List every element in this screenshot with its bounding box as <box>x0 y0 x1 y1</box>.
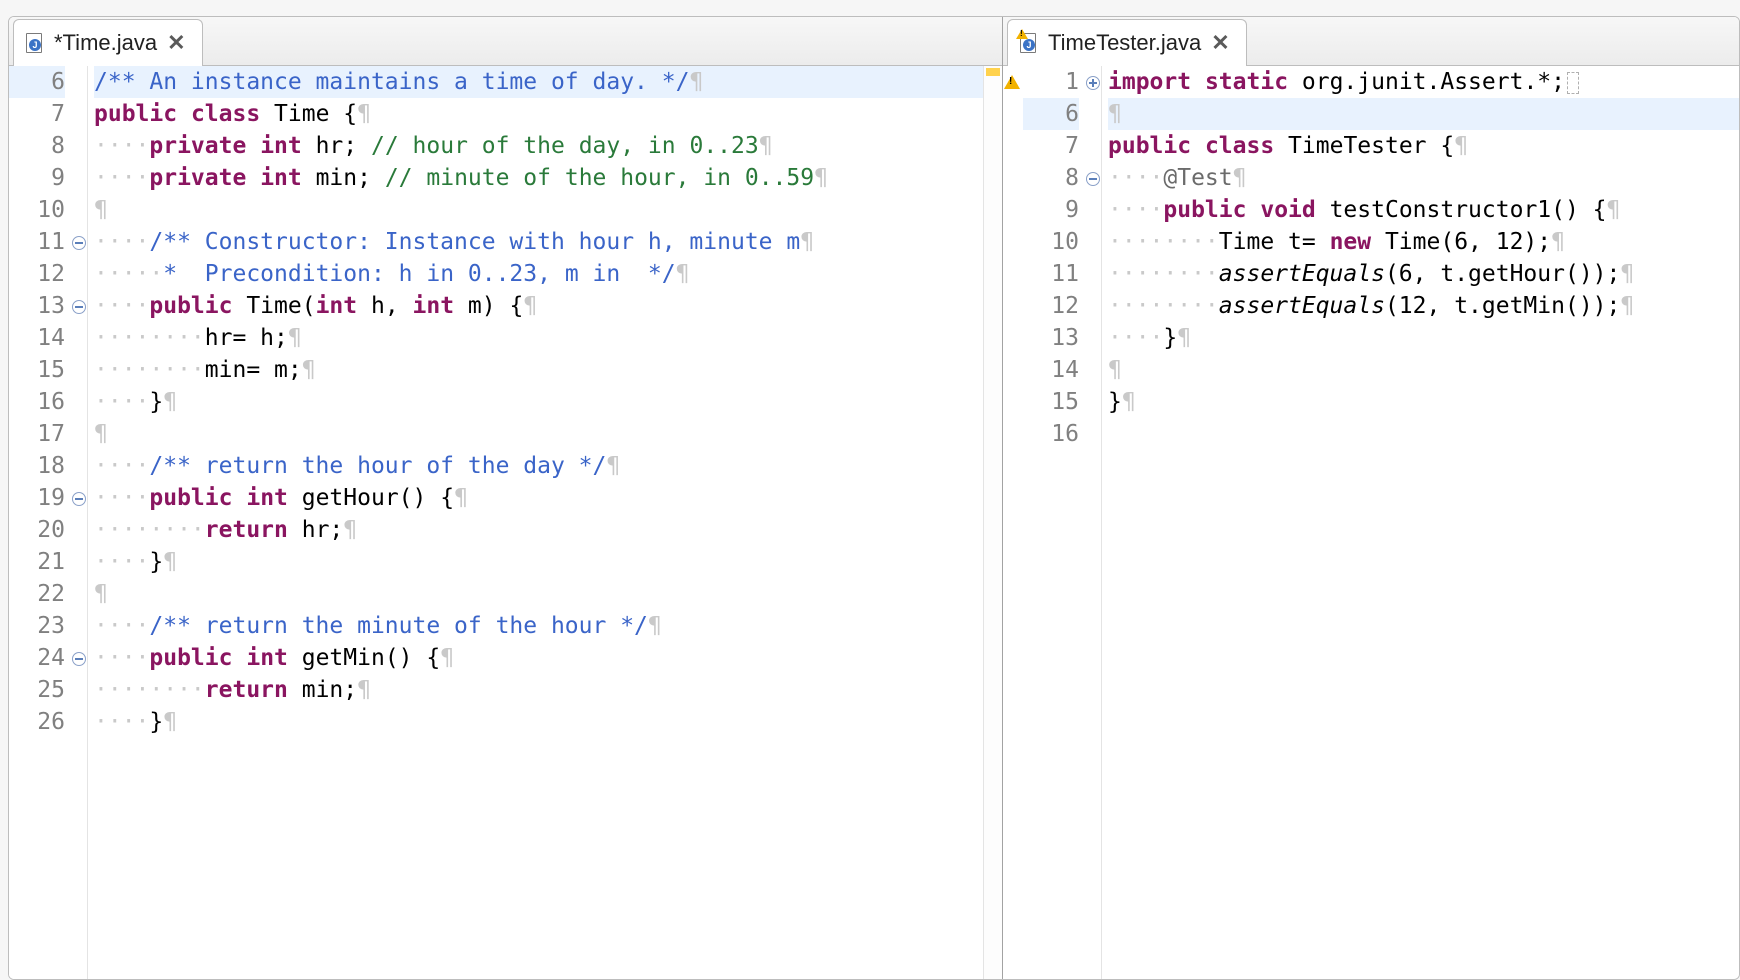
code-line[interactable]: ····public Time(int h, int m) {¶ <box>94 290 1002 322</box>
line-number: 22 <box>9 578 65 610</box>
fold-toggle-icon[interactable] <box>72 652 86 666</box>
line-number: 14 <box>1023 354 1079 386</box>
workbench: J *Time.java ✕ 6789101112131415161718192… <box>8 16 1740 980</box>
fold-toggle-icon[interactable] <box>72 492 86 506</box>
code-line[interactable]: ····}¶ <box>94 546 1002 578</box>
line-number: 7 <box>1023 130 1079 162</box>
tab-title: TimeTester.java <box>1048 30 1201 56</box>
line-number: 8 <box>1023 162 1079 194</box>
line-number: 7 <box>9 98 65 130</box>
java-file-icon: J <box>1020 33 1038 53</box>
fold-toggle-icon[interactable] <box>72 236 86 250</box>
code-line[interactable]: ·····* Precondition: h in 0..23, m in */… <box>94 258 1002 290</box>
code-line[interactable]: ····private int min; // minute of the ho… <box>94 162 1002 194</box>
line-number: 10 <box>1023 226 1079 258</box>
line-number: 9 <box>9 162 65 194</box>
code-line[interactable] <box>1108 418 1739 450</box>
code-line[interactable]: ¶ <box>94 194 1002 226</box>
code-line[interactable]: ····}¶ <box>94 706 1002 738</box>
line-number: 19 <box>9 482 65 514</box>
code-content[interactable]: /** An instance maintains a time of day.… <box>88 66 1002 979</box>
code-line[interactable]: ····/** return the minute of the hour */… <box>94 610 1002 642</box>
code-line[interactable]: ········return hr;¶ <box>94 514 1002 546</box>
line-number: 13 <box>9 290 65 322</box>
fold-gutter[interactable] <box>1083 66 1102 979</box>
line-number: 6 <box>1023 98 1079 130</box>
code-line[interactable]: ····public void testConstructor1() {¶ <box>1108 194 1739 226</box>
line-number: 11 <box>9 226 65 258</box>
code-line[interactable]: }¶ <box>1108 386 1739 418</box>
line-number: 24 <box>9 642 65 674</box>
line-number: 18 <box>9 450 65 482</box>
tab-time-java[interactable]: J *Time.java ✕ <box>13 19 203 66</box>
warning-marker[interactable] <box>986 68 1000 76</box>
code-line[interactable]: ····public int getHour() {¶ <box>94 482 1002 514</box>
code-line[interactable]: ········min= m;¶ <box>94 354 1002 386</box>
line-number: 15 <box>1023 386 1079 418</box>
code-line[interactable]: ········assertEquals(12, t.getMin());¶ <box>1108 290 1739 322</box>
line-number-gutter: 1678910111213141516 <box>1023 66 1083 979</box>
tab-bar-left: J *Time.java ✕ <box>9 17 1002 66</box>
warning-icon[interactable] <box>1004 75 1020 89</box>
line-number: 12 <box>9 258 65 290</box>
fold-gutter[interactable] <box>69 66 88 979</box>
code-line[interactable]: ····}¶ <box>94 386 1002 418</box>
code-line[interactable]: import static org.junit.Assert.*; <box>1108 66 1739 98</box>
line-number: 23 <box>9 610 65 642</box>
line-number: 16 <box>1023 418 1079 450</box>
code-line[interactable]: public class TimeTester {¶ <box>1108 130 1739 162</box>
code-line[interactable]: ····private int hr; // hour of the day, … <box>94 130 1002 162</box>
line-number: 8 <box>9 130 65 162</box>
line-number: 26 <box>9 706 65 738</box>
line-number: 20 <box>9 514 65 546</box>
line-number: 15 <box>9 354 65 386</box>
tab-timetester-java[interactable]: J TimeTester.java ✕ <box>1007 19 1247 66</box>
line-number: 13 <box>1023 322 1079 354</box>
code-line[interactable]: ········hr= h;¶ <box>94 322 1002 354</box>
line-number: 9 <box>1023 194 1079 226</box>
code-line[interactable]: /** An instance maintains a time of day.… <box>94 66 1002 98</box>
code-line[interactable]: ¶ <box>94 418 1002 450</box>
line-number: 16 <box>9 386 65 418</box>
code-line[interactable]: ········Time t= new Time(6, 12);¶ <box>1108 226 1739 258</box>
marker-strip[interactable] <box>1003 66 1023 979</box>
line-number: 6 <box>9 66 65 98</box>
editor-pane-left: J *Time.java ✕ 6789101112131415161718192… <box>9 17 1003 979</box>
line-number: 25 <box>9 674 65 706</box>
close-icon[interactable]: ✕ <box>1211 32 1229 54</box>
line-number: 17 <box>9 418 65 450</box>
code-line[interactable]: ····/** Constructor: Instance with hour … <box>94 226 1002 258</box>
code-line[interactable]: ········return min;¶ <box>94 674 1002 706</box>
expand-toggle-icon[interactable] <box>1086 76 1100 90</box>
code-area-right[interactable]: 1678910111213141516 import static org.ju… <box>1003 66 1739 979</box>
java-file-icon: J <box>26 33 44 53</box>
code-line[interactable]: ····@Test¶ <box>1108 162 1739 194</box>
tab-title: *Time.java <box>54 30 157 56</box>
line-number: 10 <box>9 194 65 226</box>
code-line[interactable]: public class Time {¶ <box>94 98 1002 130</box>
close-icon[interactable]: ✕ <box>167 32 185 54</box>
code-area-left[interactable]: 67891011121314151617181920212223242526 /… <box>9 66 1002 979</box>
code-line[interactable]: ¶ <box>94 578 1002 610</box>
code-line[interactable]: ····}¶ <box>1108 322 1739 354</box>
code-line[interactable]: ¶ <box>1108 354 1739 386</box>
line-number: 21 <box>9 546 65 578</box>
code-content[interactable]: import static org.junit.Assert.*;¶public… <box>1102 66 1739 979</box>
tab-bar-right: J TimeTester.java ✕ <box>1003 17 1739 66</box>
editor-pane-right: J TimeTester.java ✕ 1678910111213141516 … <box>1003 17 1739 979</box>
line-number: 12 <box>1023 290 1079 322</box>
fold-toggle-icon[interactable] <box>72 300 86 314</box>
line-number-gutter: 67891011121314151617181920212223242526 <box>9 66 69 979</box>
code-line[interactable]: ········assertEquals(6, t.getHour());¶ <box>1108 258 1739 290</box>
line-number: 11 <box>1023 258 1079 290</box>
fold-toggle-icon[interactable] <box>1086 172 1100 186</box>
overview-ruler[interactable] <box>983 66 1002 979</box>
line-number: 14 <box>9 322 65 354</box>
code-line[interactable]: ····public int getMin() {¶ <box>94 642 1002 674</box>
line-number: 1 <box>1023 66 1079 98</box>
code-line[interactable]: ¶ <box>1108 98 1739 130</box>
code-line[interactable]: ····/** return the hour of the day */¶ <box>94 450 1002 482</box>
